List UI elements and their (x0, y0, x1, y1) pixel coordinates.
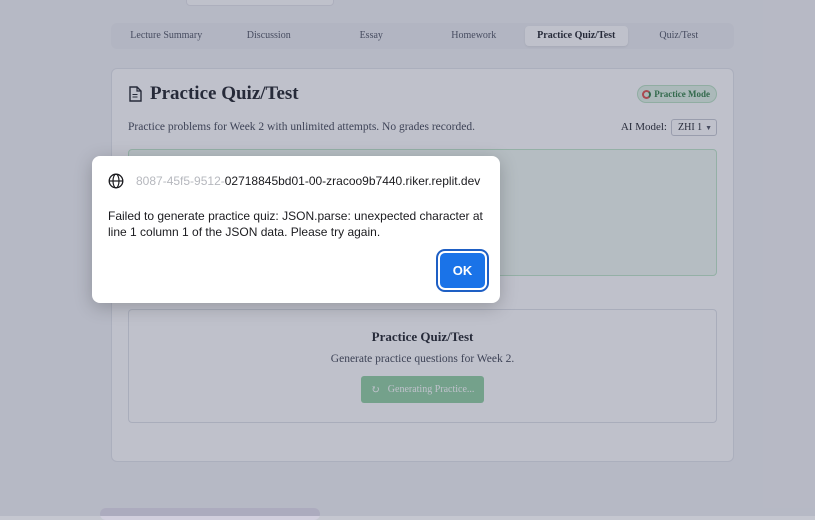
origin-faded-part: 8087-45f5-9512- (136, 174, 225, 188)
dialog-message: Failed to generate practice quiz: JSON.p… (108, 209, 483, 239)
globe-icon (108, 173, 124, 189)
ok-button[interactable]: OK (440, 253, 485, 288)
origin-domain: 02718845bd01-00-zracoo9b7440.riker.repli… (224, 174, 481, 188)
dialog-origin-url: 8087-45f5-9512-02718845bd01-00-zracoo9b7… (136, 174, 480, 188)
dialog-origin: 8087-45f5-9512-02718845bd01-00-zracoo9b7… (108, 173, 480, 189)
alert-dialog: 8087-45f5-9512-02718845bd01-00-zracoo9b7… (92, 156, 500, 303)
